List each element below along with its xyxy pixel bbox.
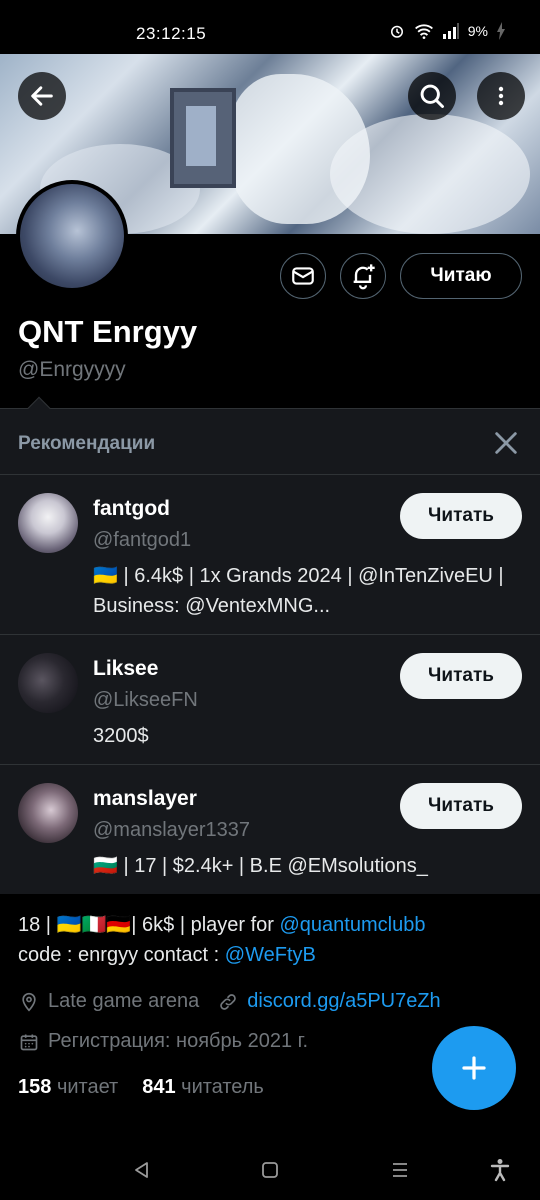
status-bar: 23:12:15 9% — [0, 0, 540, 54]
recommendations-title: Рекомендации — [18, 433, 156, 454]
more-vertical-icon — [498, 86, 504, 106]
notifications-button[interactable] — [340, 253, 386, 299]
profile-location: Late game arena — [48, 990, 200, 1012]
follow-button[interactable]: Читать — [400, 783, 522, 829]
menu-lines-icon — [393, 1163, 407, 1177]
recommendation-bio: 3200$ — [93, 725, 149, 747]
bio-link-mention[interactable]: @WeFtyB — [225, 944, 316, 966]
recommendation-bio: 🇧🇬 | 17 | $2.4k+ | B.E @EMsolutions_ — [93, 855, 428, 877]
calendar-icon — [18, 1031, 40, 1053]
followers-count-link[interactable]: 841 читатель — [142, 1076, 264, 1099]
profile-joined-row: Регистрация: ноябрь 2021 г. — [18, 1030, 308, 1053]
triangle-back-icon — [135, 1162, 148, 1178]
profile-joined-date: Регистрация: ноябрь 2021 г. — [48, 1030, 309, 1052]
follow-button[interactable]: Читать — [400, 653, 522, 699]
wifi-icon — [414, 24, 433, 39]
alarm-icon — [390, 25, 403, 38]
recommendation-bio: 🇺🇦 | 6.4k$ | 1x Grands 2024 | @InTenZive… — [93, 565, 504, 617]
recommendation-item[interactable]: fantgod @fantgod1 🇺🇦 | 6.4k$ | 1x Grands… — [0, 474, 540, 634]
arrow-left-icon — [31, 86, 53, 106]
followers-count: 841 — [142, 1076, 176, 1098]
following-count-link[interactable]: 158 читает — [18, 1076, 118, 1099]
profile-name: QNT Enrgyy — [18, 314, 198, 349]
followers-label: читатель — [181, 1076, 264, 1098]
status-time: 23:12:15 — [136, 24, 207, 43]
search-button[interactable] — [408, 72, 456, 120]
nav-back-button[interactable] — [128, 1156, 156, 1184]
envelope-icon — [292, 267, 314, 285]
follow-counts: 158 читает 841 читатель — [18, 1076, 264, 1099]
profile-meta-row: Late game arena discord.gg/a5PU7eZh — [18, 990, 441, 1013]
compose-post-button[interactable] — [432, 1026, 516, 1110]
recommendation-handle: @manslayer1337 — [93, 819, 251, 841]
signal-icon — [442, 23, 459, 39]
battery-charging-icon — [497, 22, 505, 40]
recommendation-name[interactable]: fantgod — [93, 497, 170, 521]
nav-home-button[interactable] — [256, 1156, 284, 1184]
banner-structure — [170, 88, 236, 188]
bio-text: code : enrgyy contact : — [18, 944, 225, 966]
following-label: читает — [56, 1076, 119, 1098]
square-home-icon — [262, 1162, 278, 1178]
bio-link-mention[interactable]: @quantumclubb — [280, 914, 426, 936]
recommendation-name[interactable]: Liksee — [93, 657, 158, 681]
bio-text: 18 | 🇺🇦🇮🇹🇩🇪| 6k$ | player for — [18, 914, 280, 936]
status-icons: 9% — [388, 22, 506, 40]
recommendation-name[interactable]: manslayer — [93, 787, 197, 811]
recommendation-avatar[interactable] — [18, 493, 78, 553]
nav-recents-button[interactable] — [386, 1156, 414, 1184]
accessibility-icon — [490, 1159, 510, 1182]
plus-icon — [462, 1056, 486, 1080]
location-pin-icon — [18, 991, 40, 1013]
profile-website-link[interactable]: discord.gg/a5PU7eZh — [247, 990, 440, 1013]
following-count: 158 — [18, 1076, 52, 1098]
back-button[interactable] — [18, 72, 66, 120]
recommendation-handle: @fantgod1 — [93, 529, 192, 551]
recommendation-item[interactable]: manslayer @manslayer1337 🇧🇬 | 17 | $2.4k… — [0, 764, 540, 895]
following-button[interactable]: Читаю — [400, 253, 522, 299]
system-navigation-bar — [0, 1140, 540, 1200]
search-icon — [420, 84, 444, 108]
close-icon — [495, 432, 517, 454]
recommendation-avatar[interactable] — [18, 783, 78, 843]
profile-avatar[interactable] — [16, 180, 128, 292]
bell-plus-icon — [353, 264, 375, 290]
avatar-image — [20, 184, 124, 288]
recommendations-panel: Рекомендации fantgod @fantgod1 🇺🇦 | 6.4k… — [0, 396, 540, 895]
nav-accessibility-button[interactable] — [486, 1156, 514, 1184]
recommendation-avatar[interactable] — [18, 653, 78, 713]
follow-button[interactable]: Читать — [400, 493, 522, 539]
recommendation-item[interactable]: Liksee @LikseeFN 3200$ Читать — [0, 634, 540, 764]
message-button[interactable] — [280, 253, 326, 299]
recommendation-handle: @LikseeFN — [93, 689, 198, 711]
close-recommendations-button[interactable] — [492, 429, 520, 457]
profile-bio: 18 | 🇺🇦🇮🇹🇩🇪| 6k$ | player for @quantumcl… — [18, 910, 528, 970]
link-icon — [217, 991, 239, 1013]
battery-level: 9% — [467, 23, 488, 39]
more-options-button[interactable] — [477, 72, 525, 120]
profile-handle: @Enrgyyyy — [18, 358, 126, 381]
